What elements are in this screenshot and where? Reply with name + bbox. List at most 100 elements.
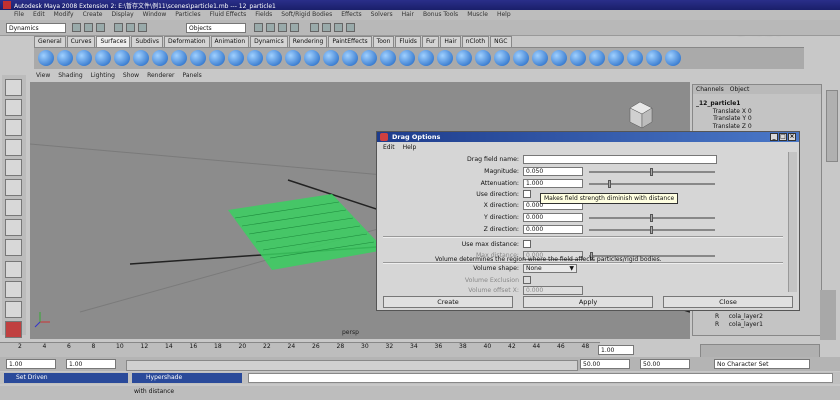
current-frame-field[interactable]: 1.00 — [598, 345, 634, 355]
use-max-distance-checkbox[interactable] — [523, 240, 531, 248]
panel-menu-view[interactable]: View — [36, 71, 50, 81]
history-icon[interactable] — [310, 23, 319, 32]
persp-outliner-layout-icon[interactable] — [5, 301, 22, 318]
shelf-tab-deformation[interactable]: Deformation — [164, 36, 210, 47]
volume-shape-dropdown[interactable]: None ▼ — [523, 264, 577, 273]
shelf-tab-fluids[interactable]: Fluids — [395, 36, 421, 47]
shelf-tool-icon[interactable] — [627, 50, 643, 66]
snap-point-icon[interactable] — [278, 23, 287, 32]
layer-row[interactable]: R cola_layer2 — [715, 313, 763, 321]
last-tool-icon[interactable] — [5, 239, 22, 256]
menu-effects[interactable]: Effects — [341, 10, 361, 20]
hypershade-window-tab[interactable]: Hypershade — [132, 373, 242, 383]
volume-exclusion-checkbox[interactable] — [523, 276, 531, 284]
attenuation-slider[interactable] — [589, 180, 715, 188]
shelf-tool-icon[interactable] — [285, 50, 301, 66]
panel-menu-lighting[interactable]: Lighting — [91, 71, 115, 81]
close-window-button[interactable]: × — [788, 133, 796, 141]
channel-row[interactable]: Translate Y 0 — [696, 115, 752, 123]
menu-hair[interactable]: Hair — [402, 10, 414, 20]
z-direction-slider[interactable] — [589, 226, 715, 234]
menu-modify[interactable]: Modify — [54, 10, 74, 20]
menu-help[interactable]: Help — [497, 10, 511, 20]
animation-start-field[interactable]: 1.00 — [6, 359, 56, 369]
menu-fields[interactable]: Fields — [255, 10, 272, 20]
shelf-tool-icon[interactable] — [551, 50, 567, 66]
magnitude-input[interactable]: 0.050 — [523, 167, 583, 176]
shelf-tool-icon[interactable] — [513, 50, 529, 66]
shelf-tool-icon[interactable] — [589, 50, 605, 66]
shelf-tool-icon[interactable] — [570, 50, 586, 66]
channels-menu[interactable]: Channels — [696, 85, 724, 94]
shelf-tab-painteffects[interactable]: PaintEffects — [328, 36, 372, 47]
selection-mode-dropdown[interactable]: Objects — [186, 23, 246, 33]
snap-grid-icon[interactable] — [254, 23, 263, 32]
shelf-tab-rendering[interactable]: Rendering — [288, 36, 328, 47]
menuset-dropdown[interactable]: Dynamics — [6, 23, 66, 33]
shelf-tool-icon[interactable] — [304, 50, 320, 66]
shelf-tool-icon[interactable] — [456, 50, 472, 66]
character-set-dropdown[interactable]: No Character Set — [714, 359, 810, 369]
layer-row[interactable]: R cola_layer1 — [715, 321, 763, 329]
shelf-tab-ngc[interactable]: NGC — [490, 36, 512, 47]
shelf-tool-icon[interactable] — [171, 50, 187, 66]
slider-handle[interactable] — [650, 226, 653, 234]
slider-handle[interactable] — [650, 168, 653, 176]
shelf-tool-icon[interactable] — [95, 50, 111, 66]
shelf-tool-icon[interactable] — [665, 50, 681, 66]
save-scene-icon[interactable] — [96, 23, 105, 32]
slider-handle[interactable] — [608, 180, 611, 188]
new-scene-icon[interactable] — [72, 23, 81, 32]
select-tool-icon[interactable] — [5, 79, 22, 96]
shelf-tool-icon[interactable] — [494, 50, 510, 66]
attenuation-input[interactable]: 1.000 — [523, 179, 583, 188]
view-cube-icon[interactable] — [629, 101, 653, 129]
close-button[interactable]: Close — [663, 296, 793, 308]
shelf-tool-icon[interactable] — [437, 50, 453, 66]
channel-box-scrollbar[interactable] — [826, 90, 838, 162]
single-view-layout-icon[interactable] — [5, 261, 22, 278]
shelf-tool-icon[interactable] — [190, 50, 206, 66]
shelf-tool-icon[interactable] — [133, 50, 149, 66]
y-direction-slider[interactable] — [589, 214, 715, 222]
select-component-icon[interactable] — [138, 23, 147, 32]
slider-handle[interactable] — [650, 214, 653, 222]
shelf-tab-toon[interactable]: Toon — [372, 36, 395, 47]
select-object-icon[interactable] — [126, 23, 135, 32]
playback-end-field[interactable]: 50.00 — [580, 359, 630, 369]
render-icon[interactable] — [322, 23, 331, 32]
render-settings-icon[interactable] — [346, 23, 355, 32]
menu-create[interactable]: Create — [83, 10, 103, 20]
shelf-tab-fur[interactable]: Fur — [421, 36, 440, 47]
shelf-tool-icon[interactable] — [475, 50, 491, 66]
volume-offset-x-input[interactable]: 0.000 — [523, 286, 583, 295]
menu-muscle[interactable]: Muscle — [467, 10, 488, 20]
time-slider[interactable]: 2 4 6 8 10 12 14 16 18 20 22 24 26 28 30 32 34 36 38 40 42 44… — [0, 342, 600, 357]
shelf-tool-icon[interactable] — [266, 50, 282, 66]
menu-soft-rigid-bodies[interactable]: Soft/Rigid Bodies — [281, 10, 332, 20]
panel-menu-panels[interactable]: Panels — [182, 71, 201, 81]
shelf-tool-icon[interactable] — [323, 50, 339, 66]
shelf-tool-icon[interactable] — [209, 50, 225, 66]
playback-controls[interactable] — [700, 344, 820, 358]
four-view-layout-icon[interactable] — [5, 281, 22, 298]
mel-command-input[interactable] — [248, 373, 833, 383]
dialog-title-bar[interactable]: Drag Options _ □ × — [377, 132, 799, 142]
shelf-tool-icon[interactable] — [247, 50, 263, 66]
panel-menu-shading[interactable]: Shading — [58, 71, 82, 81]
shelf-tab-dynamics[interactable]: Dynamics — [250, 36, 288, 47]
move-tool-icon[interactable] — [5, 139, 22, 156]
shelf-tool-icon[interactable] — [38, 50, 54, 66]
menu-display[interactable]: Display — [112, 10, 134, 20]
layer-editor-buttons[interactable] — [820, 290, 836, 340]
menu-bonus-tools[interactable]: Bonus Tools — [423, 10, 458, 20]
z-direction-input[interactable]: 0.000 — [523, 225, 583, 234]
rotate-tool-icon[interactable] — [5, 159, 22, 176]
panel-menu-renderer[interactable]: Renderer — [147, 71, 174, 81]
shelf-tab-animation[interactable]: Animation — [210, 36, 250, 47]
apply-button[interactable]: Apply — [523, 296, 653, 308]
soft-mod-tool-icon[interactable] — [5, 219, 22, 236]
magnitude-slider[interactable] — [589, 168, 715, 176]
range-slider-bar[interactable] — [126, 360, 578, 371]
shelf-tab-ncloth[interactable]: nCloth — [461, 36, 490, 47]
